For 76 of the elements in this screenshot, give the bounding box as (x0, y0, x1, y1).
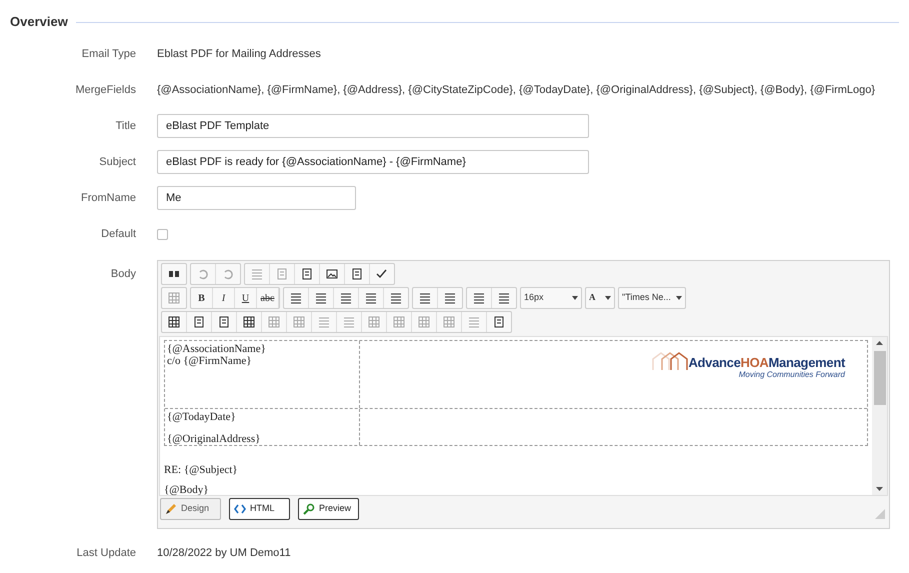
format-button[interactable]: B (191, 288, 213, 308)
lines-icon (497, 291, 511, 305)
grid-icon (267, 315, 281, 329)
scrollbar[interactable] (872, 337, 887, 495)
lines-icon (364, 291, 378, 305)
mode-tab[interactable]: HTML (229, 498, 290, 520)
rich-text-editor[interactable]: B I U abc 16px A "Times Ne... {@AssociationName} c/o {@FirmName} AdvanceHOAManagement Moving Communities Forward {@TodayDate} {@OriginalAddress} RE: {@Subject} {@Body} Design HTML Preview (157, 260, 890, 529)
lines-icon (389, 291, 403, 305)
mode-tab[interactable]: Design (160, 498, 221, 520)
document-text: c/o {@FirmName} (167, 355, 253, 367)
field-label: Title (114, 118, 136, 134)
field-label: Default (100, 226, 136, 242)
image-icon (325, 267, 339, 281)
lines-icon (467, 315, 481, 329)
grid-icon (167, 291, 181, 305)
checkbox[interactable] (157, 228, 168, 240)
grid-icon (367, 315, 381, 329)
font-size-dropdown[interactable]: 16px (520, 287, 582, 309)
field-label: Email Type (80, 46, 136, 62)
grid-icon (167, 315, 181, 329)
field-value: {@AssociationName}, {@FirmName}, {@Address}, {@CityStateZipCode}, {@TodayDate}, {@OriginalAddress}, {@Subject}, {@Body}, {@FirmLogo} (157, 82, 876, 98)
lines-icon (342, 315, 356, 329)
format-button[interactable]: U (235, 288, 257, 308)
document-text: {@TodayDate} (167, 411, 237, 423)
section-title: Overview (10, 13, 68, 32)
text-input-field[interactable]: eBlast PDF Template (157, 114, 589, 138)
grid-icon (417, 315, 431, 329)
lines-icon (472, 291, 486, 305)
lines-icon (317, 315, 331, 329)
caret-icon (572, 296, 578, 300)
grid-icon (442, 315, 456, 329)
document-icon (350, 267, 364, 281)
lines-icon (289, 291, 303, 305)
grid-icon (242, 315, 256, 329)
lines-icon (250, 267, 264, 281)
lines-icon (443, 291, 457, 305)
text-input-field[interactable]: eBlast PDF is ready for {@AssociationName} - {@FirmName} (157, 150, 589, 174)
houses-icon (652, 350, 688, 370)
field-label: Last Update (76, 546, 136, 561)
field-value: Eblast PDF for Mailing Addresses (157, 46, 321, 62)
lines-icon (418, 291, 432, 305)
checkmark-icon (375, 267, 389, 281)
document-icon (192, 315, 206, 329)
field-value: 10/28/2022 by UM Demo11 (157, 546, 291, 561)
document-icon (492, 315, 506, 329)
document-text: {@AssociationName} (167, 343, 267, 355)
font-color-dropdown[interactable]: A (585, 287, 615, 309)
logo-text: AdvanceHOAManagement (688, 356, 845, 370)
document-text: {@Body} (164, 484, 210, 495)
field-label: Body (110, 267, 136, 282)
field-label: FromName (80, 190, 136, 206)
grid-icon (392, 315, 406, 329)
caret-icon (676, 296, 682, 300)
logo-tagline: Moving Communities Forward (738, 370, 845, 380)
magnifier-icon (303, 503, 315, 515)
caret-icon (605, 296, 611, 300)
lines-icon (314, 291, 328, 305)
resize-handle-icon[interactable] (875, 509, 885, 519)
pencil-icon (165, 503, 177, 515)
format-button[interactable]: I (213, 288, 235, 308)
code-icon (234, 503, 246, 515)
document-icon (217, 315, 231, 329)
lines-icon (339, 291, 353, 305)
field-label: MergeFields (74, 82, 136, 98)
grid-icon (292, 315, 306, 329)
field-label: Subject (98, 154, 136, 170)
document-text: {@OriginalAddress} (167, 433, 262, 445)
scroll-down-icon[interactable] (876, 487, 883, 491)
format-button[interactable]: abc (257, 288, 279, 308)
mode-tab[interactable]: Preview (298, 498, 359, 520)
document-icon (300, 267, 314, 281)
document-icon (275, 267, 289, 281)
font-name-dropdown[interactable]: "Times Ne... (618, 287, 686, 309)
scroll-up-icon[interactable] (876, 341, 883, 345)
text-input-field[interactable]: Me (157, 186, 356, 210)
document-text: RE: {@Subject} (164, 464, 239, 476)
